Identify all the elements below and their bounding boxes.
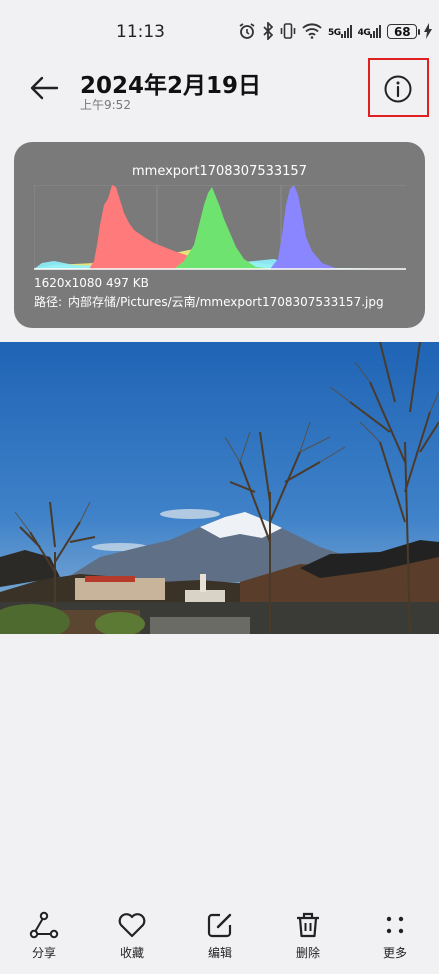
favorite-label: 收藏 bbox=[119, 946, 144, 960]
histogram-blue bbox=[270, 185, 338, 269]
edit-button[interactable]: 编辑 bbox=[190, 910, 250, 961]
bottom-toolbar: 分享 收藏 编辑 删除 更多 bbox=[0, 910, 439, 974]
favorite-button[interactable]: 收藏 bbox=[102, 910, 162, 961]
info-button[interactable] bbox=[368, 58, 429, 117]
info-icon bbox=[384, 75, 412, 103]
battery-indicator: 68 bbox=[387, 23, 421, 39]
photo-info-card: mmexport1708307533157 1620x1080 497 KB 路… bbox=[14, 142, 425, 328]
page-title: 2024年2月19日 bbox=[80, 73, 262, 99]
page-subtitle-time: 上午9:52 bbox=[80, 98, 131, 112]
share-button[interactable]: 分享 bbox=[14, 910, 74, 961]
status-bar: 11:13 5G 4G 68 bbox=[0, 0, 439, 60]
path-value: 内部存储/Pictures/云南/mmexport1708307533157.j… bbox=[68, 295, 384, 309]
alarm-icon bbox=[239, 23, 255, 39]
back-arrow-icon[interactable] bbox=[28, 72, 60, 104]
delete-label: 删除 bbox=[295, 946, 320, 960]
heart-icon bbox=[118, 913, 146, 938]
more-icon bbox=[386, 916, 404, 934]
trash-icon bbox=[297, 912, 319, 938]
more-label: 更多 bbox=[382, 946, 407, 960]
file-name: mmexport1708307533157 bbox=[132, 164, 307, 179]
bluetooth-icon bbox=[263, 22, 274, 40]
histogram bbox=[34, 185, 406, 270]
signal-5g-icon: 5G bbox=[328, 24, 352, 38]
edit-label: 编辑 bbox=[207, 946, 232, 960]
charging-icon bbox=[424, 23, 433, 39]
photo-preview[interactable] bbox=[0, 342, 439, 634]
signal-4g-icon: 4G bbox=[358, 24, 382, 38]
delete-button[interactable]: 删除 bbox=[278, 910, 338, 961]
path-label: 路径: bbox=[34, 295, 63, 309]
wifi-icon bbox=[302, 23, 322, 39]
share-icon bbox=[29, 911, 59, 939]
histogram-green bbox=[174, 187, 274, 269]
file-path: 路径: 内部存储/Pictures/云南/mmexport170830753315… bbox=[34, 293, 390, 310]
share-label: 分享 bbox=[31, 946, 56, 960]
edit-icon bbox=[207, 913, 232, 938]
status-time: 11:13 bbox=[116, 22, 165, 42]
vibrate-icon bbox=[280, 23, 296, 39]
status-icons: 5G 4G 68 bbox=[238, 22, 433, 40]
more-button[interactable]: 更多 bbox=[365, 910, 425, 961]
histogram-red bbox=[89, 185, 274, 269]
resolution-size: 1620x1080 497 KB bbox=[34, 276, 149, 290]
